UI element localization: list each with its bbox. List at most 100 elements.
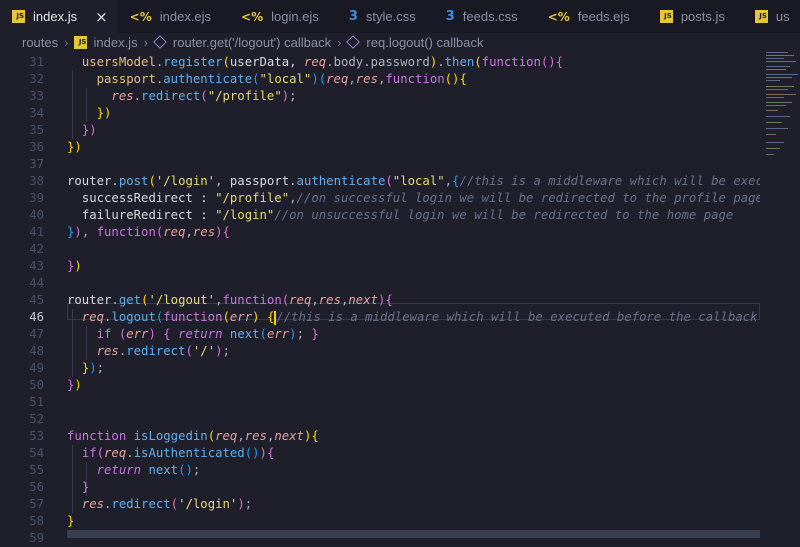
minimap-line	[766, 142, 784, 143]
minimap-line	[766, 80, 780, 81]
code-line: router.get('/logout',function(req,res,ne…	[67, 293, 393, 307]
code-line: return next();	[96, 463, 201, 477]
code-line: res.redirect('/login');	[81, 497, 253, 511]
line-number: 54	[29, 446, 44, 460]
breadcrumb-folder[interactable]: routes	[22, 35, 58, 50]
line-number: 33	[29, 89, 44, 103]
minimap-line	[766, 55, 794, 56]
js-file-icon: JS	[659, 10, 673, 23]
line-number-current: 46	[29, 310, 44, 324]
code-line-current: req.logout(function(err) {//this is a mi…	[81, 310, 758, 325]
editor-tab-bar: JS index.js × <% index.ejs <% login.ejs …	[0, 0, 800, 33]
tab-posts-js[interactable]: JS posts.js	[648, 0, 743, 33]
line-number: 36	[29, 140, 44, 154]
minimap-line	[766, 122, 782, 123]
minimap-line	[766, 110, 778, 111]
tab-overflow[interactable]: JS us	[743, 0, 800, 33]
horizontal-scrollbar[interactable]	[67, 530, 760, 538]
minimap[interactable]	[760, 50, 800, 170]
minimap-line	[766, 105, 786, 106]
minimap-line	[766, 66, 790, 67]
code-line: }	[67, 514, 75, 528]
tab-label: feeds.ejs	[577, 9, 630, 24]
minimap-line	[766, 58, 784, 59]
line-number: 47	[29, 327, 44, 341]
css-file-icon: 3	[445, 9, 455, 24]
ejs-file-icon: <%	[129, 9, 152, 24]
tab-feeds-css[interactable]: 3 feeds.css	[434, 0, 536, 33]
tab-index-js[interactable]: JS index.js ×	[0, 0, 118, 33]
minimap-line	[766, 61, 796, 62]
close-icon[interactable]: ×	[95, 8, 108, 26]
tab-label: index.ejs	[159, 9, 212, 24]
code-line: if (err) { return next(err); }	[96, 327, 319, 341]
line-number: 31	[29, 55, 44, 69]
chevron-right-icon: ›	[337, 34, 342, 50]
ejs-file-icon: <%	[547, 9, 570, 24]
line-number: 32	[29, 72, 44, 86]
js-file-icon: JS	[12, 10, 25, 23]
line-number: 38	[29, 174, 44, 188]
code-line: res.redirect('/');	[96, 344, 230, 358]
line-number: 56	[29, 480, 44, 494]
breadcrumb-symbol[interactable]: req.logout() callback	[366, 35, 483, 50]
minimap-line	[766, 116, 790, 117]
line-number: 58	[29, 514, 44, 528]
code-line: if(req.isAuthenticated()){	[81, 446, 275, 460]
line-number: 59	[29, 531, 44, 545]
breadcrumb: routes › JS index.js › router.get('/logo…	[0, 33, 800, 51]
minimap-line	[766, 89, 788, 90]
line-number: 51	[29, 395, 44, 409]
minimap-line	[766, 148, 780, 149]
minimap-line	[766, 128, 788, 129]
line-number: 43	[29, 259, 44, 273]
chevron-right-icon: ›	[64, 34, 69, 50]
code-line: }	[81, 480, 90, 494]
js-file-icon: JS	[74, 35, 88, 49]
tab-style-css[interactable]: 3 style.css	[337, 0, 434, 33]
minimap-line	[766, 102, 792, 103]
minimap-line	[766, 74, 798, 75]
code-line: passport.authenticate("local")(req,res,f…	[96, 72, 467, 86]
code-line: router.post('/login', passport.authentic…	[67, 174, 760, 188]
symbol-method-icon	[346, 35, 361, 49]
code-line: })	[81, 123, 97, 137]
line-number: 55	[29, 463, 44, 477]
code-line: successRedirect : "/profile",//on succes…	[81, 191, 760, 205]
line-number: 42	[29, 242, 44, 256]
tab-index-ejs[interactable]: <% index.ejs	[118, 0, 229, 33]
code-line: usersModel.register(userData, req.body.p…	[81, 55, 564, 69]
minimap-line	[766, 77, 792, 78]
code-editor[interactable]: 31 usersModel.register(userData, req.bod…	[0, 54, 800, 545]
line-number: 52	[29, 412, 44, 426]
code-line: failureRedirect : "/login"//on unsuccess…	[81, 208, 734, 222]
line-number: 41	[29, 225, 44, 239]
minimap-line	[766, 69, 786, 70]
code-line: }), function(req,res){	[67, 225, 230, 239]
code-line: })	[67, 378, 82, 392]
ejs-file-icon: <%	[241, 9, 264, 24]
code-line: })	[96, 106, 112, 120]
line-number: 35	[29, 123, 44, 137]
code-line: function isLoggedin(req,res,next){	[67, 429, 319, 443]
line-number: 57	[29, 497, 44, 511]
breadcrumb-file[interactable]: index.js	[93, 35, 137, 50]
tab-label: index.js	[33, 9, 78, 24]
tab-login-ejs[interactable]: <% login.ejs	[229, 0, 337, 33]
tab-label: us	[775, 9, 790, 24]
minimap-line	[766, 154, 774, 155]
tab-label: feeds.css	[462, 9, 518, 24]
tab-label: style.css	[365, 9, 416, 24]
breadcrumb-symbol[interactable]: router.get('/logout') callback	[173, 35, 331, 50]
minimap-line	[766, 94, 796, 95]
tab-feeds-ejs[interactable]: <% feeds.ejs	[536, 0, 648, 33]
symbol-method-icon	[153, 35, 167, 49]
line-number: 48	[29, 344, 44, 358]
line-number: 37	[29, 157, 44, 171]
line-number: 44	[29, 276, 44, 290]
line-number: 45	[29, 293, 44, 307]
line-number: 49	[29, 361, 44, 375]
code-line: })	[67, 140, 82, 154]
tab-label: login.ejs	[271, 9, 319, 24]
code-line: res.redirect("/profile");	[111, 89, 297, 103]
